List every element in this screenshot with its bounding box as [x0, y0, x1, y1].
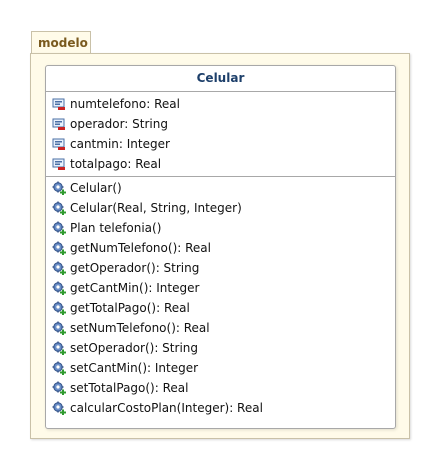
public-operation-icon [51, 301, 66, 316]
attribute-label: totalpago: Real [70, 157, 162, 171]
operation-row[interactable]: Plan telefonia() [46, 218, 395, 238]
public-operation-icon [51, 221, 66, 236]
operation-row[interactable]: calcularCostoPlan(Integer): Real [46, 398, 395, 418]
attribute-label: cantmin: Integer [70, 137, 170, 151]
operation-label: Plan telefonia() [70, 221, 162, 235]
operation-row[interactable]: setNumTelefono(): Real [46, 318, 395, 338]
class-box[interactable]: Celular numtelefono: Real operador: Stri… [45, 65, 396, 429]
attribute-row[interactable]: totalpago: Real [46, 154, 395, 174]
operation-row[interactable]: getCantMin(): Integer [46, 278, 395, 298]
operation-label: getOperador(): String [70, 261, 200, 275]
attribute-row[interactable]: operador: String [46, 114, 395, 134]
private-field-icon [51, 97, 66, 112]
public-operation-icon [51, 201, 66, 216]
attribute-row[interactable]: cantmin: Integer [46, 134, 395, 154]
operation-label: getCantMin(): Integer [70, 281, 200, 295]
private-field-icon [51, 137, 66, 152]
public-operation-icon [51, 241, 66, 256]
public-operation-icon [51, 361, 66, 376]
operation-label: setNumTelefono(): Real [70, 321, 210, 335]
attribute-label: numtelefono: Real [70, 97, 180, 111]
public-operation-icon [51, 381, 66, 396]
operation-row[interactable]: getOperador(): String [46, 258, 395, 278]
class-name: Celular [46, 66, 395, 92]
attribute-row[interactable]: numtelefono: Real [46, 94, 395, 114]
operation-row[interactable]: Celular() [46, 178, 395, 198]
package-name: modelo [38, 36, 88, 50]
operation-label: setOperador(): String [70, 341, 198, 355]
attributes-compartment: numtelefono: Real operador: String cantm… [46, 92, 395, 177]
public-operation-icon [51, 341, 66, 356]
operation-label: getNumTelefono(): Real [70, 241, 211, 255]
operation-label: calcularCostoPlan(Integer): Real [70, 401, 263, 415]
operation-row[interactable]: setTotalPago(): Real [46, 378, 395, 398]
public-operation-icon [51, 281, 66, 296]
operation-row[interactable]: setCantMin(): Integer [46, 358, 395, 378]
public-operation-icon [51, 321, 66, 336]
operation-row[interactable]: getNumTelefono(): Real [46, 238, 395, 258]
operation-row[interactable]: setOperador(): String [46, 338, 395, 358]
operation-label: Celular() [70, 181, 122, 195]
operation-label: setTotalPago(): Real [70, 381, 189, 395]
operation-label: getTotalPago(): Real [70, 301, 190, 315]
operation-label: Celular(Real, String, Integer) [70, 201, 242, 215]
operation-row[interactable]: Celular(Real, String, Integer) [46, 198, 395, 218]
package-tab[interactable]: modelo [31, 31, 91, 53]
operation-label: setCantMin(): Integer [70, 361, 199, 375]
operations-compartment: Celular() Celular(Real, String, Integer)… [46, 177, 395, 418]
public-operation-icon [51, 181, 66, 196]
private-field-icon [51, 157, 66, 172]
private-field-icon [51, 117, 66, 132]
attribute-label: operador: String [70, 117, 168, 131]
public-operation-icon [51, 401, 66, 416]
operation-row[interactable]: getTotalPago(): Real [46, 298, 395, 318]
public-operation-icon [51, 261, 66, 276]
